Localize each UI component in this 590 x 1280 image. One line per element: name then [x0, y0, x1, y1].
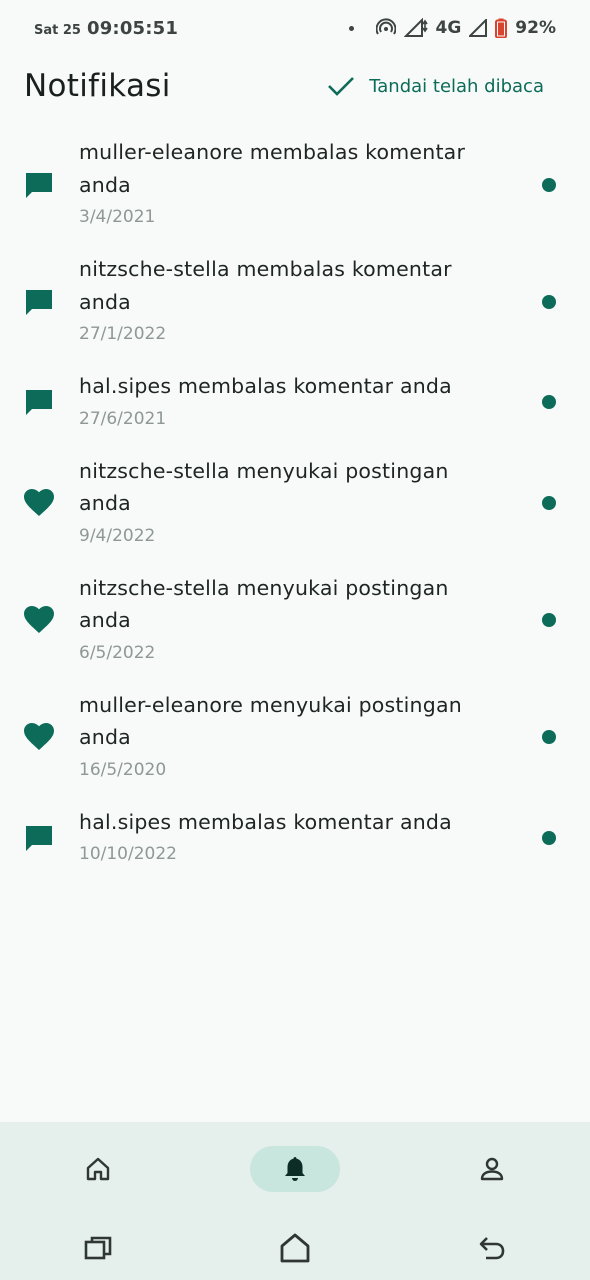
notification-item[interactable]: muller-eleanore menyukai postingan anda 1…: [0, 679, 590, 796]
notification-body: muller-eleanore membalas komentar anda 3/…: [79, 136, 499, 233]
profile-icon: [478, 1155, 506, 1183]
app-header: Notifikasi Tandai telah dibaca: [0, 56, 590, 116]
notification-text: hal.sipes membalas komentar anda: [79, 374, 452, 398]
nav-profile-pill: [447, 1146, 537, 1192]
status-bar: Sat 25 09:05:51 4G 92%: [0, 0, 590, 56]
unread-indicator: [542, 294, 556, 309]
back-button[interactable]: [393, 1235, 590, 1261]
notification-date: 6/5/2022: [79, 642, 156, 663]
notification-item[interactable]: muller-eleanore membalas komentar anda 3/…: [0, 126, 590, 243]
notification-body: hal.sipes membalas komentar anda 10/10/20…: [79, 806, 499, 871]
notification-body: nitzsche-stella menyukai postingan anda 9…: [79, 455, 499, 552]
nav-notifications-pill: [250, 1145, 340, 1192]
notification-item[interactable]: nitzsche-stella menyukai postingan anda 6…: [0, 562, 590, 679]
notification-text: muller-eleanore menyukai postingan anda: [79, 692, 462, 750]
system-home-button[interactable]: [197, 1233, 394, 1263]
mark-all-read-label: Tandai telah dibaca: [369, 75, 544, 97]
unread-indicator: [542, 496, 556, 510]
notification-text: hal.sipes membalas komentar anda: [79, 809, 452, 834]
notification-text: nitzsche-stella menyukai postingan anda: [79, 458, 449, 516]
hotspot-icon: [375, 18, 396, 38]
heart-icon: [24, 488, 54, 518]
notification-date: 16/5/2020: [79, 759, 167, 780]
notification-dot-icon: [348, 25, 354, 31]
check-icon: [327, 75, 355, 97]
back-icon: [478, 1235, 506, 1261]
battery-icon: [495, 18, 508, 38]
notification-date: 27/1/2022: [79, 324, 167, 344]
recents-icon: [84, 1236, 112, 1260]
heart-icon: [24, 722, 54, 752]
nav-home-pill: [53, 1146, 143, 1192]
nav-profile[interactable]: [393, 1146, 590, 1192]
heart-icon: [24, 605, 54, 635]
unread-indicator: [542, 177, 556, 192]
home-icon: [84, 1155, 112, 1183]
recents-button[interactable]: [0, 1236, 197, 1260]
notification-body: nitzsche-stella menyukai postingan anda 6…: [79, 572, 499, 669]
notification-body: hal.sipes membalas komentar anda 27/6/202…: [79, 370, 499, 435]
bell-icon: [282, 1155, 308, 1183]
notification-date: 10/10/2022: [79, 844, 177, 864]
unread-indicator: [542, 830, 556, 845]
signal-icon: [469, 19, 488, 37]
notification-list: muller-eleanore membalas komentar anda 3/…: [0, 126, 590, 880]
nav-home[interactable]: [0, 1146, 197, 1192]
notification-text: nitzsche-stella menyukai postingan anda: [79, 575, 449, 633]
bottom-navigation: [0, 1122, 590, 1215]
unread-indicator: [542, 395, 556, 410]
comment-icon: [24, 170, 54, 200]
notification-item[interactable]: hal.sipes membalas komentar anda 10/10/20…: [0, 796, 590, 881]
status-time: 09:05:51: [86, 17, 179, 39]
comment-icon: [24, 823, 54, 853]
notification-date: 27/6/2021: [79, 408, 167, 429]
system-navigation-bar: [0, 1215, 590, 1280]
notification-item[interactable]: hal.sipes membalas komentar anda 27/6/202…: [0, 360, 590, 445]
home-outline-icon: [279, 1233, 311, 1263]
page-title: Notifikasi: [24, 68, 171, 104]
comment-icon: [24, 287, 54, 317]
notification-text: muller-eleanore membalas komentar anda: [79, 140, 466, 197]
unread-indicator: [542, 613, 556, 627]
nav-notifications[interactable]: [197, 1145, 394, 1192]
status-day: Sat 25: [34, 22, 81, 38]
notification-date: 3/4/2021: [79, 207, 156, 227]
notification-item[interactable]: nitzsche-stella membalas komentar anda 27…: [0, 243, 590, 360]
notification-body: muller-eleanore menyukai postingan anda 1…: [79, 689, 499, 786]
notification-text: nitzsche-stella membalas komentar anda: [79, 257, 452, 314]
notifications-screen: Sat 25 09:05:51 4G 92% Notifikasi Tandai…: [0, 0, 590, 1280]
status-clock: Sat 25 09:05:51: [34, 18, 178, 39]
comment-icon: [24, 387, 54, 417]
signal-data-icon: [403, 18, 428, 38]
mark-all-read-button[interactable]: Tandai telah dibaca: [327, 75, 566, 97]
network-type: 4G: [435, 18, 462, 38]
notification-body: nitzsche-stella membalas komentar anda 27…: [79, 253, 499, 350]
unread-indicator: [542, 730, 556, 744]
notification-date: 9/4/2022: [79, 525, 156, 546]
battery-level: 92%: [515, 18, 556, 38]
status-indicators: 4G 92%: [348, 18, 556, 38]
notification-item[interactable]: nitzsche-stella menyukai postingan anda 9…: [0, 445, 590, 562]
